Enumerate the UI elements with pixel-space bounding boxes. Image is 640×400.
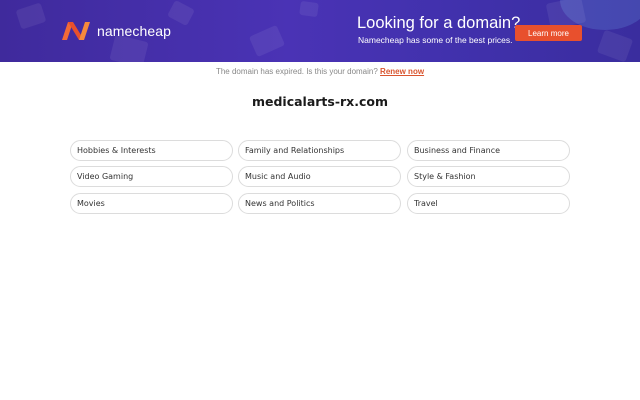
banner-decoration [299,0,319,18]
renew-now-link[interactable]: Renew now [380,67,424,76]
promo-subtitle: Namecheap has some of the best prices. [358,35,513,45]
category-link[interactable]: News and Politics [238,193,401,214]
learn-more-button[interactable]: Learn more [515,25,582,41]
logo-text: namecheap [97,23,172,39]
banner-decoration [167,0,195,27]
domain-title: medicalarts-rx.com [251,94,389,109]
namecheap-logo[interactable]: namecheap [60,20,171,42]
category-link[interactable]: Travel [407,193,570,214]
category-link[interactable]: Video Gaming [70,166,233,187]
category-link[interactable]: Music and Audio [238,166,401,187]
expired-notice: The domain has expired. Is this your dom… [0,67,640,76]
banner-decoration [248,24,286,58]
category-link[interactable]: Hobbies & Interests [70,140,233,161]
banner-decoration [15,2,47,30]
category-grid: Hobbies & Interests Family and Relations… [70,140,571,214]
promo-title: Looking for a domain? [357,14,521,32]
expired-notice-text: The domain has expired. Is this your dom… [215,67,378,76]
category-link[interactable]: Style & Fashion [407,166,570,187]
banner-decoration [596,29,634,62]
promo-banner: namecheap Looking for a domain? Namechea… [0,0,640,62]
category-link[interactable]: Family and Relationships [238,140,401,161]
category-link[interactable]: Business and Finance [407,140,570,161]
category-link[interactable]: Movies [70,193,233,214]
namecheap-n-icon [62,22,90,40]
